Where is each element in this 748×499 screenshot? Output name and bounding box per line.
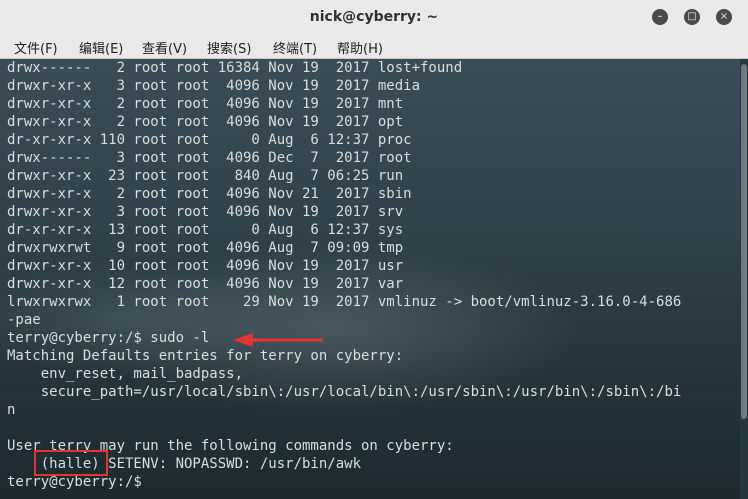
menu-file[interactable]: 文件(F) [14, 38, 58, 57]
menu-help[interactable]: 帮助(H) [337, 38, 383, 57]
terminal-line: n [7, 402, 16, 418]
terminal-line: secure_path=/usr/local/sbin\:/usr/local/… [7, 384, 682, 400]
terminal-line: drwxr-xr-x 3 root root 4096 Nov 19 2017 … [7, 78, 421, 94]
terminal-line: dr-xr-xr-x 13 root root 0 Aug 6 12:37 sy… [7, 222, 404, 238]
terminal-line: lrwxrwxrwx 1 root root 29 Nov 19 2017 vm… [7, 294, 682, 310]
menu-edit[interactable]: 编辑(E) [79, 38, 123, 57]
menu-view[interactable]: 查看(V) [142, 38, 187, 57]
terminal-line: drwxrwxrwt 9 root root 4096 Aug 7 09:09 … [7, 240, 404, 256]
title-bar[interactable]: nick@cyberry: ~ – □ × [0, 0, 748, 36]
maximize-button[interactable]: □ [684, 9, 700, 25]
terminal-window: nick@cyberry: ~ – □ × 文件(F) 编辑(E) 查看(V) … [0, 0, 748, 499]
terminal-line: env_reset, mail_badpass, [7, 366, 244, 382]
maximize-icon: □ [687, 11, 697, 22]
terminal-line: drwxr-xr-x 12 root root 4096 Nov 19 2017… [7, 276, 404, 292]
menu-terminal[interactable]: 终端(T) [273, 38, 317, 57]
minimize-icon: – [657, 11, 663, 22]
terminal-line: dr-xr-xr-x 110 root root 0 Aug 6 12:37 p… [7, 132, 412, 148]
terminal-prompt-line: terry@cyberry:/$ sudo -l [7, 330, 210, 346]
terminal-line: Matching Defaults entries for terry on c… [7, 348, 404, 364]
terminal-line: drwx------ 2 root root 16384 Nov 19 2017… [7, 60, 463, 76]
close-icon: × [719, 11, 729, 22]
scrollbar-thumb[interactable] [741, 64, 747, 419]
close-button[interactable]: × [716, 9, 732, 25]
terminal-output[interactable]: drwx------ 2 root root 16384 Nov 19 2017… [0, 59, 748, 499]
terminal-line: drwxr-xr-x 2 root root 4096 Nov 19 2017 … [7, 114, 404, 130]
menu-search[interactable]: 搜索(S) [207, 38, 251, 57]
red-arrow-annotation [233, 333, 323, 347]
terminal-line: -pae [7, 312, 41, 328]
terminal-line: drwx------ 3 root root 4096 Dec 7 2017 r… [7, 150, 412, 166]
terminal-line: drwxr-xr-x 2 root root 4096 Nov 21 2017 … [7, 186, 412, 202]
terminal-line: drwxr-xr-x 23 root root 840 Aug 7 06:25 … [7, 168, 404, 184]
scrollbar[interactable] [740, 59, 748, 499]
window-title: nick@cyberry: ~ [309, 9, 439, 25]
terminal-line: drwxr-xr-x 10 root root 4096 Nov 19 2017… [7, 258, 404, 274]
red-box-annotation [34, 450, 108, 476]
minimize-button[interactable]: – [652, 9, 668, 25]
terminal-line: drwxr-xr-x 3 root root 4096 Nov 19 2017 … [7, 204, 404, 220]
terminal-line: drwxr-xr-x 2 root root 4096 Nov 19 2017 … [7, 96, 404, 112]
menu-bar: 文件(F) 编辑(E) 查看(V) 搜索(S) 终端(T) 帮助(H) [0, 35, 748, 59]
